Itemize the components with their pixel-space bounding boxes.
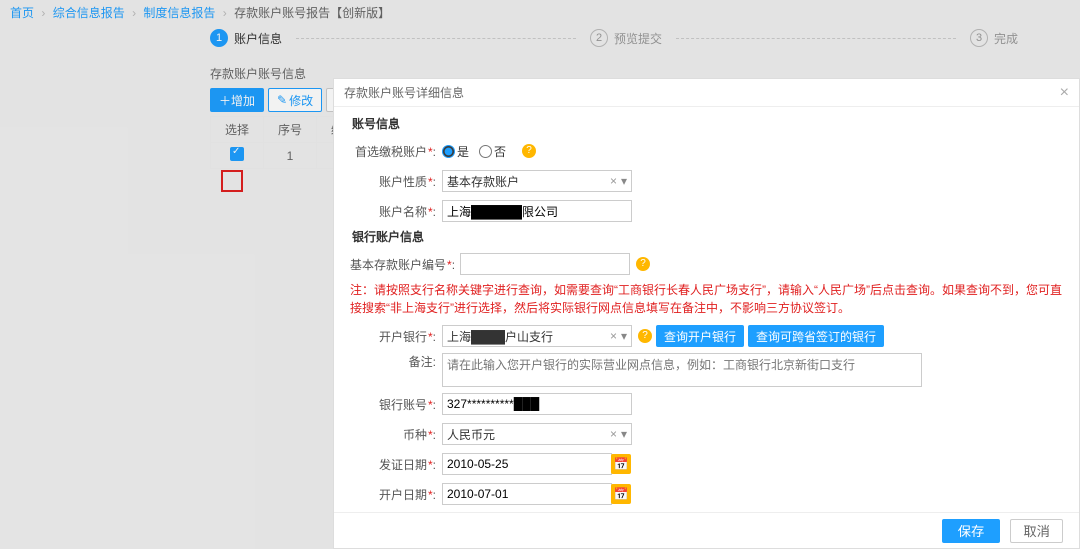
acct-no-label: 银行账号*: [350, 396, 442, 413]
section-account: 账号信息 [352, 115, 1063, 132]
save-button[interactable]: 保存 [942, 519, 1001, 543]
issue-date-input[interactable] [442, 453, 612, 475]
section-bank: 银行账户信息 [352, 228, 1063, 245]
query-bank-button[interactable]: 查询开户银行 [656, 325, 744, 347]
open-bank-select[interactable]: 上海████户山支行 ×▾ [442, 325, 632, 347]
acct-no-input[interactable] [442, 393, 632, 415]
chevron-down-icon: ▾ [621, 427, 627, 441]
chevron-down-icon: ▾ [621, 174, 627, 188]
nature-value: 基本存款账户 [447, 173, 519, 190]
nature-select[interactable]: 基本存款账户 ×▾ [442, 170, 632, 192]
currency-label: 币种*: [350, 426, 442, 443]
nature-label: 账户性质*: [350, 173, 442, 190]
open-bank-label: 开户银行*: [350, 328, 442, 345]
clear-icon[interactable]: × [606, 174, 621, 188]
calendar-icon[interactable]: 📅 [611, 454, 631, 474]
acct-name-input[interactable] [442, 200, 632, 222]
remark-label: 备注: [350, 353, 442, 370]
clear-icon[interactable]: × [606, 427, 621, 441]
open-date-input[interactable] [442, 483, 612, 505]
open-bank-value: 上海████户山支行 [447, 328, 553, 345]
note-text: 注：请按照支行名称关键字进行查询，如需要查询“工商银行长春人民广场支行”，请输入… [350, 281, 1063, 317]
query-cross-button[interactable]: 查询可跨省签订的银行 [748, 325, 884, 347]
pref-no-radio[interactable]: 否 [479, 143, 506, 160]
radio-label: 否 [494, 143, 506, 160]
remark-textarea[interactable] [442, 353, 922, 387]
help-icon[interactable]: ? [638, 329, 652, 343]
radio-label: 是 [457, 143, 469, 160]
detail-modal: 存款账户账号详细信息 × 账号信息 首选缴税账户*: 是 否 ? 账户性质*: … [333, 78, 1080, 549]
help-icon[interactable]: ? [522, 144, 536, 158]
basic-no-input[interactable] [460, 253, 630, 275]
currency-value: 人民币元 [447, 426, 495, 443]
help-icon[interactable]: ? [636, 257, 650, 271]
calendar-icon[interactable]: 📅 [611, 484, 631, 504]
chevron-down-icon: ▾ [621, 329, 627, 343]
open-date-label: 开户日期*: [350, 486, 442, 503]
clear-icon[interactable]: × [606, 329, 621, 343]
pref-yes-radio[interactable]: 是 [442, 143, 469, 160]
currency-select[interactable]: 人民币元 ×▾ [442, 423, 632, 445]
close-icon[interactable]: × [1060, 84, 1069, 102]
cancel-button[interactable]: 取消 [1010, 519, 1063, 543]
pref-tax-label: 首选缴税账户*: [350, 143, 442, 160]
modal-title: 存款账户账号详细信息 [344, 84, 464, 101]
issue-date-label: 发证日期*: [350, 456, 442, 473]
basic-no-label: 基本存款账户编号*: [350, 256, 460, 273]
acct-name-label: 账户名称*: [350, 203, 442, 220]
